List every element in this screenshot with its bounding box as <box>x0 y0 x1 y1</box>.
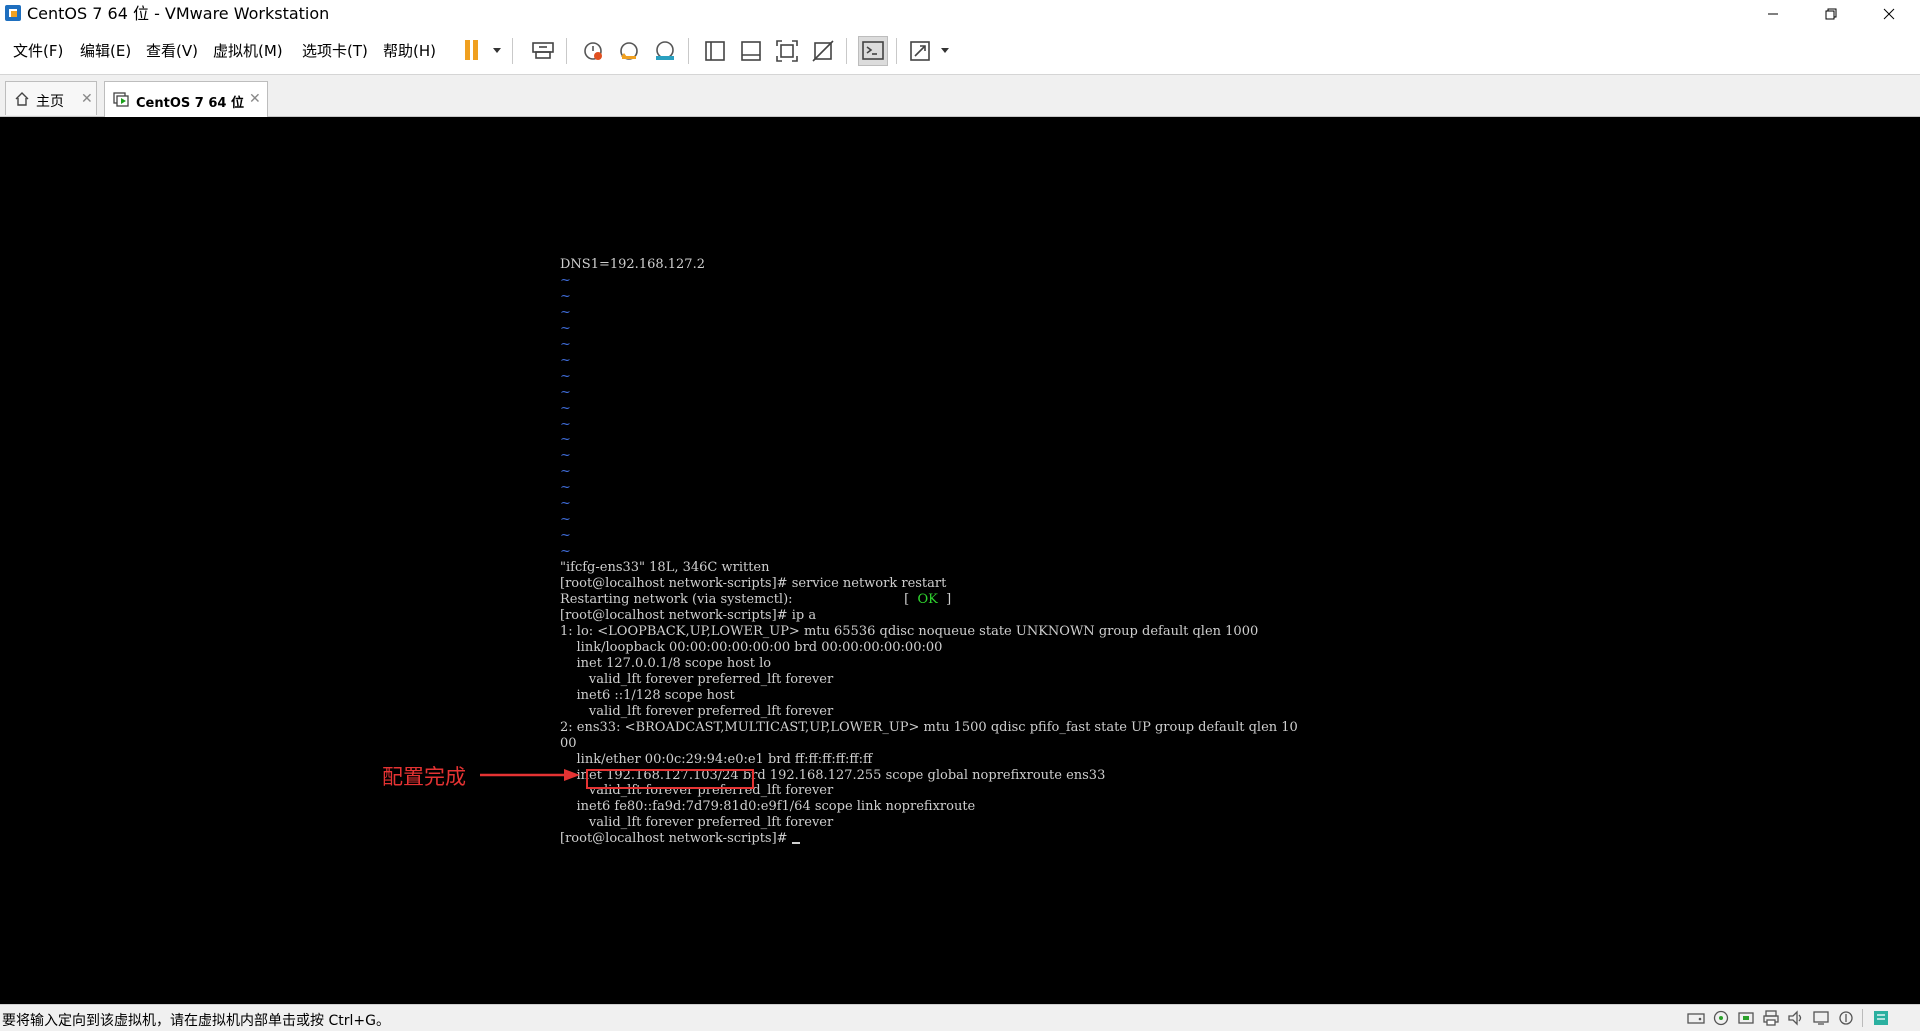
show-library-button[interactable] <box>700 36 730 66</box>
status-bracket: ] <box>937 592 952 608</box>
vim-empty-lines: ~ ~ ~ ~ ~ ~ ~ ~ ~ ~ ~ ~ ~ ~ ~ ~ ~ ~ <box>560 272 571 560</box>
message-log-icon[interactable] <box>1872 1010 1890 1026</box>
toolbar-separator <box>896 38 897 64</box>
annotation-arrow-icon <box>480 769 580 781</box>
terminal-line: valid_lft forever preferred_lft forever <box>560 671 834 687</box>
vmware-app-icon <box>5 5 21 21</box>
snapshot-button[interactable] <box>578 36 608 66</box>
minimize-icon <box>1768 13 1778 15</box>
network-adapter-icon[interactable] <box>1737 1010 1755 1026</box>
status-bracket: [ <box>904 592 918 608</box>
revert-snapshot-button[interactable] <box>614 36 644 66</box>
terminal-line: 1: lo: <LOOPBACK,UP,LOWER_UP> mtu 65536 … <box>560 623 1259 639</box>
status-separator <box>1862 1009 1863 1027</box>
window-title: CentOS 7 64 位 - VMware Workstation <box>27 4 330 23</box>
status-bar: 要将输入定向到该虚拟机，请在虚拟机内部单击或按 Ctrl+G。 <box>0 1004 1920 1031</box>
menu-file[interactable]: 文件(F) <box>13 41 63 61</box>
menu-view[interactable]: 查看(V) <box>146 41 198 61</box>
menu-tabs[interactable]: 选项卡(T) <box>302 41 368 61</box>
printer-icon[interactable] <box>1762 1010 1780 1026</box>
toolbar-separator <box>688 38 689 64</box>
send-ctrl-alt-del-button[interactable] <box>528 36 558 66</box>
console-view-button[interactable] <box>858 36 888 66</box>
terminal-line: valid_lft forever preferred_lft forever <box>560 815 834 831</box>
snapshot-icon <box>584 42 602 60</box>
terminal-line: inet6 ::1/128 scope host <box>560 687 735 703</box>
toolbar-separator <box>512 38 513 64</box>
menu-toolbar: 文件(F) 编辑(E) 查看(V) 虚拟机(M) 选项卡(T) 帮助(H) <box>0 28 1920 75</box>
bottom-panel-icon <box>741 41 761 61</box>
terminal-line: inet6 fe80::fa9d:7d79:81d0:e9f1/64 scope… <box>560 799 976 815</box>
close-tab-icon[interactable]: ✕ <box>81 91 93 107</box>
menu-vm[interactable]: 虚拟机(M) <box>213 41 283 61</box>
terminal-line: link/loopback 00:00:00:00:00:00 brd 00:0… <box>560 639 943 655</box>
terminal-line: link/ether 00:0c:29:94:e0:e1 brd ff:ff:f… <box>560 751 873 767</box>
terminal-line: [root@localhost network-scripts]# servic… <box>560 576 947 592</box>
toolbar-separator <box>566 38 567 64</box>
unity-disabled-icon <box>812 40 834 62</box>
restore-button[interactable] <box>1802 0 1860 28</box>
terminal-line: "ifcfg-ens33" 18L, 346C written <box>560 560 770 576</box>
vm-running-icon <box>113 92 129 107</box>
pause-icon <box>465 40 501 60</box>
terminal-line: Restarting network (via systemctl): <box>560 592 793 608</box>
tab-label: CentOS 7 64 位 <box>136 96 244 111</box>
menu-edit[interactable]: 编辑(E) <box>80 41 131 61</box>
terminal-prompt: [root@localhost network-scripts]# <box>560 831 792 847</box>
terminal-line: inet 127.0.0.1/8 scope host lo <box>560 655 772 671</box>
fullscreen-icon <box>776 40 798 62</box>
sound-card-icon[interactable] <box>1787 1010 1805 1026</box>
menu-help[interactable]: 帮助(H) <box>383 41 436 61</box>
snapshot-manager-button[interactable] <box>650 36 680 66</box>
show-thumbnail-button[interactable] <box>736 36 766 66</box>
suspend-button[interactable] <box>458 36 504 66</box>
revert-snapshot-icon <box>620 42 638 60</box>
highlight-box <box>586 769 754 789</box>
terminal-cursor <box>791 842 800 845</box>
hard-disk-icon[interactable] <box>1687 1010 1705 1026</box>
full-screen-button[interactable] <box>772 36 802 66</box>
console-icon <box>862 41 884 60</box>
display-icon[interactable] <box>1812 1010 1830 1026</box>
tab-centos-vm[interactable]: CentOS 7 64 位 ✕ <box>104 81 268 117</box>
vm-console[interactable]: DNS1=192.168.127.2 ~ ~ ~ ~ ~ ~ ~ ~ ~ ~ ~… <box>0 117 1920 1004</box>
usb-icon[interactable] <box>1837 1010 1855 1026</box>
terminal-line: 00 <box>560 735 577 751</box>
restore-icon <box>1825 8 1837 20</box>
tab-strip: 主页 ✕ CentOS 7 64 位 ✕ <box>0 75 1920 117</box>
title-bar: CentOS 7 64 位 - VMware Workstation <box>0 0 1920 28</box>
status-hint: 要将输入定向到该虚拟机，请在虚拟机内部单击或按 Ctrl+G。 <box>2 1013 390 1029</box>
unity-button[interactable] <box>808 36 838 66</box>
terminal-line: DNS1=192.168.127.2 <box>560 257 705 272</box>
sidebar-layout-icon <box>705 41 725 61</box>
close-icon <box>1883 8 1895 20</box>
home-icon <box>15 92 29 106</box>
close-button[interactable] <box>1860 0 1918 28</box>
close-tab-icon[interactable]: ✕ <box>249 91 261 107</box>
minimize-button[interactable] <box>1744 0 1802 28</box>
terminal-output: DNS1=192.168.127.2 ~ ~ ~ ~ ~ ~ ~ ~ ~ ~ ~… <box>560 257 1298 847</box>
tab-label: 主页 <box>36 94 64 110</box>
terminal-line: [root@localhost network-scripts]# ip a <box>560 607 817 623</box>
snapshot-manager-icon <box>656 41 674 60</box>
tab-home[interactable]: 主页 ✕ <box>5 81 97 115</box>
cd-dvd-icon[interactable] <box>1712 1010 1730 1026</box>
terminal-line: valid_lft forever preferred_lft forever <box>560 703 834 719</box>
ok-status: OK <box>917 592 938 608</box>
stretch-guest-button[interactable] <box>906 36 956 66</box>
toolbar-separator <box>846 38 847 64</box>
annotation-label: 配置完成 <box>382 765 466 789</box>
stretch-icon <box>910 41 949 61</box>
terminal-line: 2: ens33: <BROADCAST,MULTICAST,UP,LOWER_… <box>560 719 1298 735</box>
keyboard-send-icon <box>532 42 554 59</box>
